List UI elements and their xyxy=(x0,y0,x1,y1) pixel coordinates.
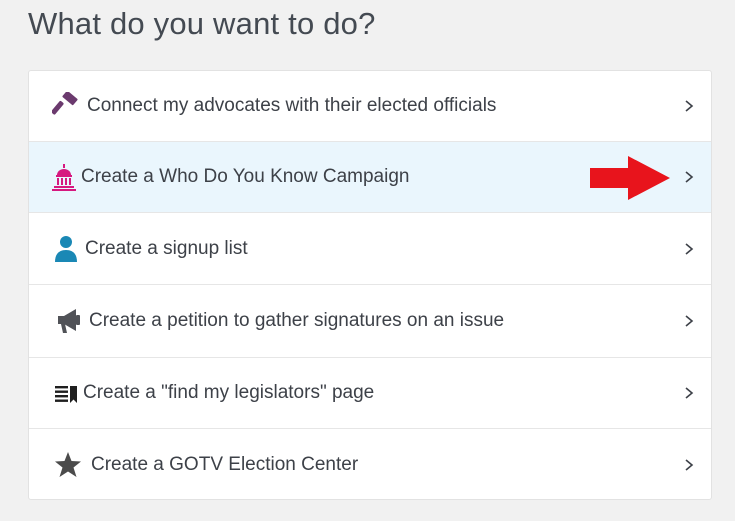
chevron-right-icon xyxy=(685,100,694,112)
option-label: Create a signup list xyxy=(85,237,248,259)
megaphone-icon xyxy=(53,306,83,336)
gavel-icon xyxy=(51,91,81,121)
option-label: Create a petition to gather signatures o… xyxy=(89,310,505,331)
chevron-right-icon xyxy=(685,171,694,183)
option-label: Create a "find my legislators" page xyxy=(83,382,375,403)
list-bookmark-icon xyxy=(51,378,81,408)
option-label: Create a GOTV Election Center xyxy=(91,454,359,475)
option-find-legislators[interactable]: Create a "find my legislators" page xyxy=(29,358,711,429)
options-list: Connect my advocates with their elected … xyxy=(28,70,712,500)
red-arrow-annotation xyxy=(590,156,670,200)
chevron-right-icon xyxy=(685,459,694,471)
page-title: What do you want to do? xyxy=(28,6,376,41)
chevron-right-icon xyxy=(685,315,694,327)
option-signup-list[interactable]: Create a signup list xyxy=(29,213,711,285)
option-petition[interactable]: Create a petition to gather signatures o… xyxy=(29,285,711,358)
capitol-building-icon xyxy=(49,162,79,192)
person-icon xyxy=(51,234,81,264)
chevron-right-icon xyxy=(685,387,694,399)
option-gotv-center[interactable]: Create a GOTV Election Center xyxy=(29,429,711,499)
option-label: Create a Who Do You Know Campaign xyxy=(81,166,410,187)
option-label: Connect my advocates with their elected … xyxy=(87,95,497,116)
chevron-right-icon xyxy=(685,242,694,255)
option-connect-advocates[interactable]: Connect my advocates with their elected … xyxy=(29,71,711,142)
star-icon xyxy=(53,450,83,480)
